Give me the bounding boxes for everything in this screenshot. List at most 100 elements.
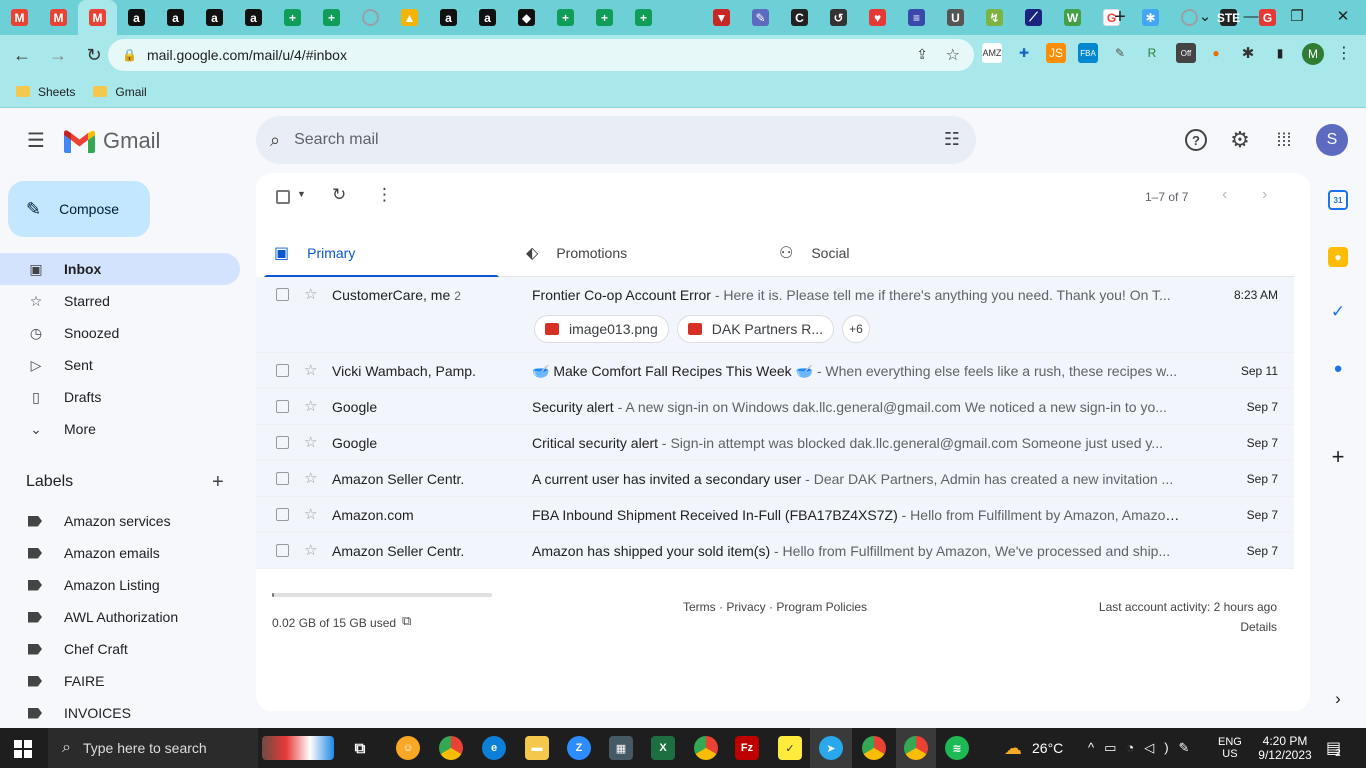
- extensions-puzzle-icon[interactable]: ✱: [1238, 43, 1258, 63]
- side-panel-icon[interactable]: ▮: [1270, 43, 1290, 63]
- browser-menu-icon[interactable]: ⋮: [1334, 43, 1354, 63]
- browser-tab[interactable]: ⟋: [1014, 0, 1053, 35]
- browser-tab[interactable]: +: [585, 0, 624, 35]
- browser-tab[interactable]: a: [156, 0, 195, 35]
- share-icon[interactable]: ⇪: [916, 46, 928, 63]
- calculator-icon[interactable]: ▦: [609, 736, 633, 760]
- browser-tab[interactable]: ▼: [702, 0, 741, 35]
- older-page-icon[interactable]: ›: [1262, 186, 1267, 204]
- browser-tab[interactable]: ♥: [858, 0, 897, 35]
- excel-icon[interactable]: X: [651, 736, 675, 760]
- browser-tab[interactable]: +: [546, 0, 585, 35]
- select-dropdown-icon[interactable]: ▼: [297, 189, 306, 199]
- keep-icon[interactable]: ●: [1328, 247, 1348, 267]
- browser-tab[interactable]: [351, 0, 390, 35]
- account-avatar[interactable]: S: [1316, 124, 1348, 156]
- taskbar-search-input[interactable]: Type here to search: [83, 740, 207, 756]
- sticky-notes-icon[interactable]: ✓: [778, 736, 802, 760]
- tasks-icon[interactable]: ✓: [1328, 302, 1348, 322]
- contacts-icon[interactable]: ●: [1328, 358, 1348, 378]
- compose-button[interactable]: ✎ Compose: [8, 181, 150, 237]
- settings-gear-icon[interactable]: ⚙: [1224, 124, 1256, 156]
- browser-tab[interactable]: M: [39, 0, 78, 35]
- nav-item-more[interactable]: ⌄ More: [0, 413, 240, 445]
- tray-icons[interactable]: ^▭◔◁)✎: [1088, 728, 1199, 768]
- row-checkbox[interactable]: [276, 364, 289, 377]
- close-window-button[interactable]: ✕: [1320, 0, 1366, 32]
- extension-icon[interactable]: ●: [1206, 43, 1226, 63]
- add-addon-icon[interactable]: +: [1328, 444, 1348, 469]
- newer-page-icon[interactable]: ‹: [1222, 186, 1227, 204]
- chrome-icon[interactable]: [862, 736, 886, 760]
- search-icon[interactable]: ⌕: [270, 130, 280, 151]
- chrome-icon[interactable]: [904, 736, 928, 760]
- email-row[interactable]: ☆ Amazon Seller Centr. A current user has …: [256, 461, 1294, 497]
- star-icon[interactable]: ☆: [304, 541, 317, 559]
- row-checkbox[interactable]: [276, 472, 289, 485]
- nav-item-inbox[interactable]: ▣ Inbox: [0, 253, 240, 285]
- browser-tab[interactable]: a: [117, 0, 156, 35]
- edge-icon[interactable]: e: [482, 736, 506, 760]
- browser-tab[interactable]: U: [936, 0, 975, 35]
- browser-tab[interactable]: [663, 0, 702, 35]
- tab-social[interactable]: ⚇ Social: [779, 229, 849, 277]
- star-icon[interactable]: ☆: [304, 285, 317, 303]
- extension-icon[interactable]: JS: [1046, 43, 1066, 63]
- browser-tab[interactable]: ◆: [507, 0, 546, 35]
- browser-tab[interactable]: +: [273, 0, 312, 35]
- restore-button[interactable]: ❐: [1274, 0, 1320, 32]
- help-icon[interactable]: ?: [1180, 124, 1212, 156]
- more-options-icon[interactable]: ⋮: [376, 185, 393, 205]
- row-checkbox[interactable]: [276, 288, 289, 301]
- browser-tab[interactable]: W: [1053, 0, 1092, 35]
- policy-links[interactable]: Terms · Privacy · Program Policies: [683, 600, 867, 614]
- browser-tab[interactable]: C: [780, 0, 819, 35]
- tab-primary[interactable]: ▣ Primary: [264, 229, 499, 278]
- label-item[interactable]: Amazon services: [0, 505, 248, 537]
- nav-item-sent[interactable]: ▷ Sent: [0, 349, 240, 381]
- tab-search-icon[interactable]: ⌄: [1182, 0, 1228, 32]
- browser-tab[interactable]: ▲: [390, 0, 429, 35]
- email-row[interactable]: ☆ Google Critical security alert - Sign-in…: [256, 425, 1294, 461]
- email-row[interactable]: ☆ Amazon.com FBA Inbound Shipment Received…: [256, 497, 1294, 533]
- search-options-icon[interactable]: ☷: [944, 129, 960, 150]
- task-view-icon[interactable]: ⧉: [348, 736, 372, 760]
- forward-button[interactable]: →: [42, 40, 74, 72]
- language-indicator[interactable]: ENG US: [1218, 728, 1242, 768]
- attachment-chip[interactable]: image013.png: [534, 315, 669, 343]
- browser-tab[interactable]: ≡: [897, 0, 936, 35]
- open-storage-icon[interactable]: ⧉: [402, 613, 411, 629]
- expand-panel-icon[interactable]: ›: [1328, 689, 1348, 709]
- taskbar-search[interactable]: ⌕ Type here to search: [48, 728, 258, 768]
- details-link[interactable]: Details: [1240, 620, 1277, 634]
- calendar-icon[interactable]: 31: [1328, 190, 1348, 210]
- extension-icon[interactable]: R: [1142, 43, 1162, 63]
- bookmark-sheets[interactable]: Sheets: [16, 85, 75, 99]
- apps-grid-icon[interactable]: ⁞⁞⁞: [1268, 124, 1300, 156]
- clock[interactable]: 4:20 PM 9/12/2023: [1256, 728, 1314, 768]
- notification-center-icon[interactable]: ▤ 2: [1326, 728, 1341, 768]
- label-item[interactable]: Amazon Listing: [0, 569, 248, 601]
- browser-tab[interactable]: ✎: [741, 0, 780, 35]
- email-row[interactable]: ☆ Google Security alert - A new sign-in on…: [256, 389, 1294, 425]
- search-input[interactable]: Search mail: [294, 131, 378, 149]
- email-row[interactable]: ☆ CustomerCare, me 2 Frontier Co-op Account…: [256, 277, 1294, 353]
- browser-tab[interactable]: a: [234, 0, 273, 35]
- bookmark-star-icon[interactable]: ☆: [946, 45, 960, 65]
- attachment-chip[interactable]: DAK Partners R...: [676, 315, 835, 343]
- label-item[interactable]: AWL Authorization: [0, 601, 248, 633]
- tab-promotions[interactable]: ⬖ Promotions: [526, 229, 627, 277]
- extension-icon[interactable]: ✎: [1110, 43, 1130, 63]
- nav-item-drafts[interactable]: ▯ Drafts: [0, 381, 240, 413]
- spotify-icon[interactable]: ≋: [945, 736, 969, 760]
- taskbar-app-icon[interactable]: ☺: [396, 736, 420, 760]
- nav-item-starred[interactable]: ☆ Starred: [0, 285, 240, 317]
- reload-button[interactable]: ↻: [78, 40, 110, 72]
- star-icon[interactable]: ☆: [304, 469, 317, 487]
- extension-icon[interactable]: FBA: [1078, 43, 1098, 63]
- zoom-icon[interactable]: Z: [567, 736, 591, 760]
- row-checkbox[interactable]: [276, 544, 289, 557]
- back-button[interactable]: ←: [6, 40, 38, 72]
- row-checkbox[interactable]: [276, 400, 289, 413]
- email-row[interactable]: ☆ Vicki Wambach, Pamp. 🥣 Make Comfort Fall…: [256, 353, 1294, 389]
